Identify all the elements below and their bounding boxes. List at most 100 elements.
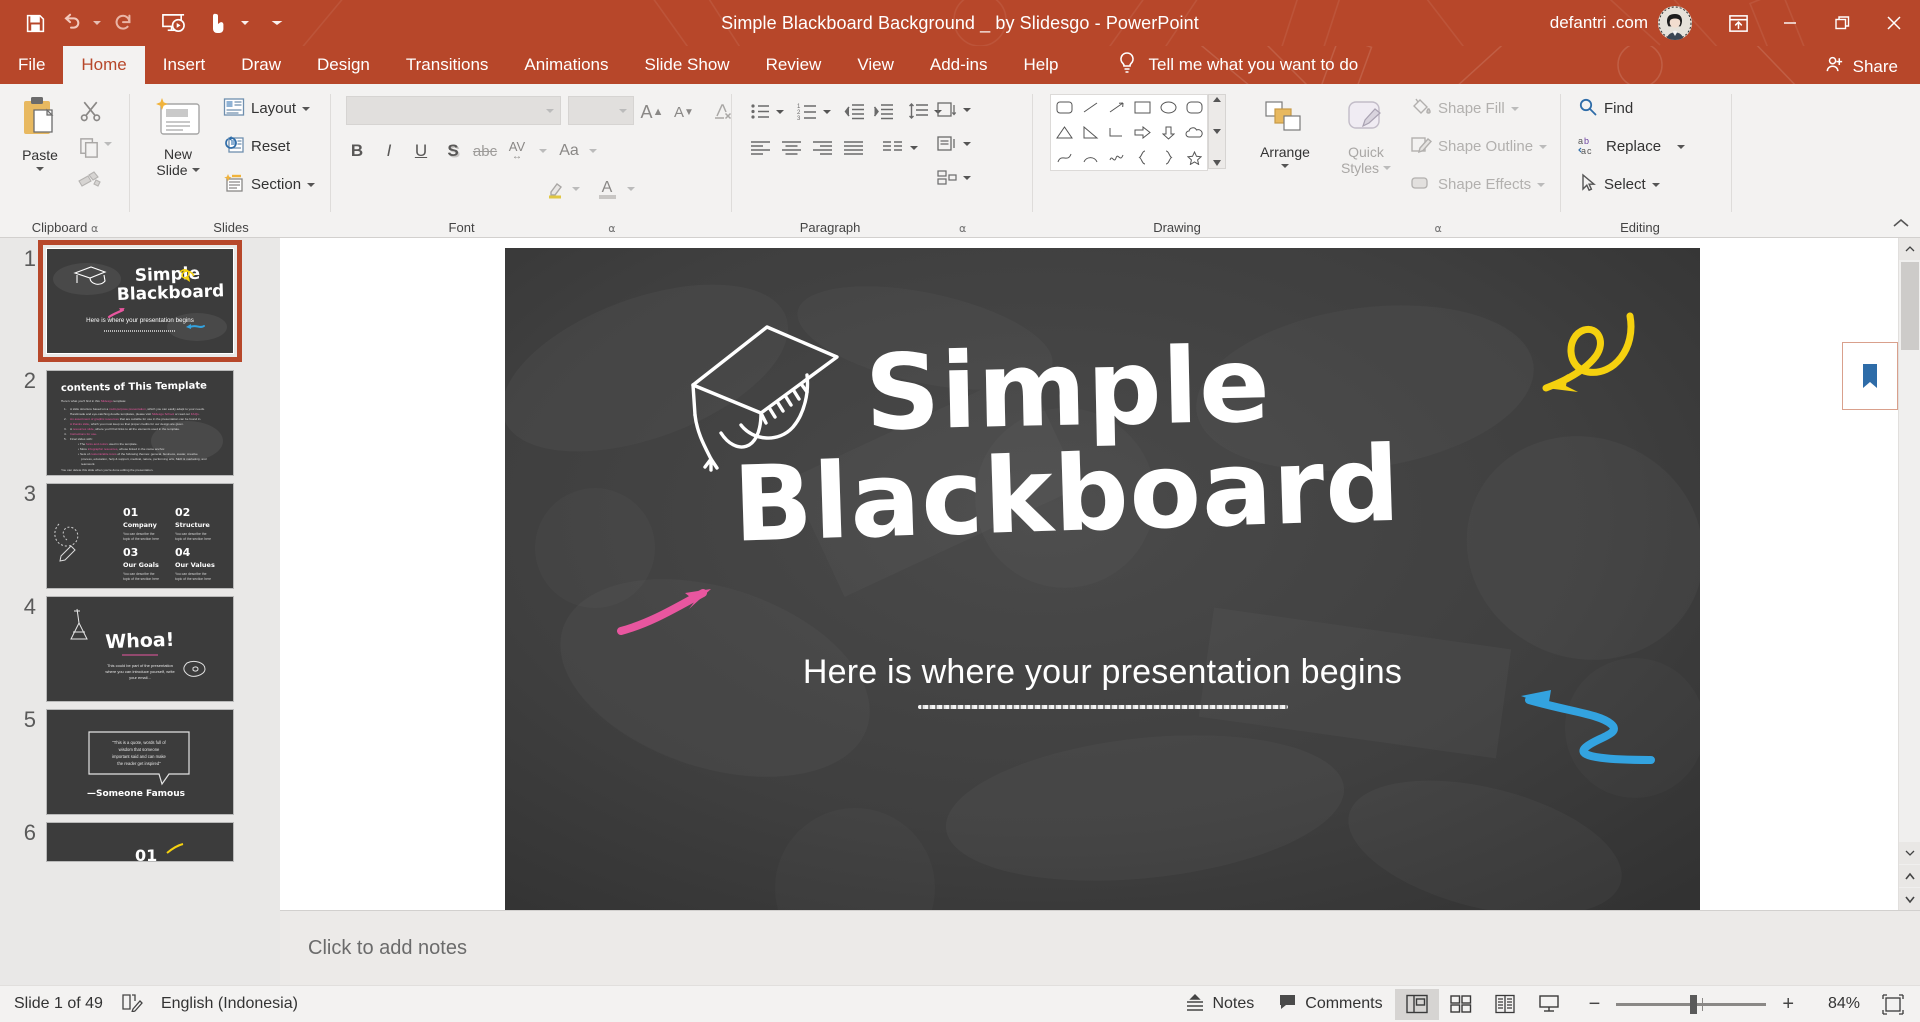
account-name[interactable]: defantri .com xyxy=(1550,13,1648,33)
align-right-icon[interactable] xyxy=(809,134,836,161)
align-left-icon[interactable] xyxy=(747,134,774,161)
zoom-in-button[interactable]: + xyxy=(1778,993,1798,1016)
replace-dropdown-icon[interactable] xyxy=(1677,144,1686,149)
columns-icon[interactable] xyxy=(879,134,906,161)
previous-slide-button[interactable] xyxy=(1899,865,1920,887)
reading-view-button[interactable] xyxy=(1483,989,1527,1020)
decrease-indent-icon[interactable] xyxy=(841,98,868,125)
line-spacing-icon[interactable] xyxy=(905,98,932,125)
thumbnail-item-6[interactable]: 6 01 xyxy=(0,822,280,862)
cut-button[interactable] xyxy=(78,98,103,128)
slide-sorter-view-button[interactable] xyxy=(1439,989,1483,1020)
touch-mode-icon[interactable] xyxy=(202,6,236,40)
slide-area-scrollbar[interactable] xyxy=(1898,238,1920,910)
strikethrough-button[interactable]: abc xyxy=(470,136,500,166)
text-highlight-color-icon[interactable] xyxy=(540,174,570,204)
font-dialog-launcher[interactable]: ⍺ xyxy=(608,223,615,235)
clipboard-dialog-launcher[interactable]: ⍺ xyxy=(91,223,98,235)
smartart-dropdown-icon[interactable] xyxy=(963,175,971,180)
drawing-dialog-launcher[interactable]: ⍺ xyxy=(1435,223,1442,235)
arrange-dropdown-icon[interactable] xyxy=(1281,164,1289,169)
tab-view[interactable]: View xyxy=(839,46,912,84)
zoom-slider-handle[interactable] xyxy=(1690,994,1698,1014)
save-icon[interactable] xyxy=(18,6,52,40)
shapes-gallery-scroll[interactable] xyxy=(1208,94,1226,169)
thumbnail-slide-2[interactable]: contents of This Template Here's what yo… xyxy=(46,370,234,476)
section-button[interactable]: Section xyxy=(223,170,316,199)
copy-button[interactable] xyxy=(78,136,101,164)
layout-dropdown-icon[interactable] xyxy=(302,106,311,111)
select-button[interactable]: Select xyxy=(1578,170,1660,199)
convert-to-smartart-icon[interactable] xyxy=(933,164,960,191)
shape-rect-rounded[interactable] xyxy=(1051,95,1077,120)
slide-indicator[interactable]: Slide 1 of 49 xyxy=(14,995,103,1013)
language-indicator[interactable]: English (Indonesia) xyxy=(161,995,298,1013)
tab-file[interactable]: File xyxy=(0,46,63,84)
columns-dropdown-icon[interactable] xyxy=(910,145,918,150)
close-button[interactable] xyxy=(1868,0,1920,46)
justify-icon[interactable] xyxy=(840,134,867,161)
bold-button[interactable]: B xyxy=(342,136,372,166)
minimize-button[interactable] xyxy=(1764,0,1816,46)
tab-draw[interactable]: Draw xyxy=(223,46,299,84)
zoom-slider[interactable] xyxy=(1616,994,1767,1014)
copy-dropdown-icon[interactable] xyxy=(104,142,112,146)
tab-transitions[interactable]: Transitions xyxy=(388,46,507,84)
font-color-dropdown-icon[interactable] xyxy=(627,187,635,191)
shape-cloud[interactable] xyxy=(1181,120,1207,145)
shape-outline-dropdown-icon[interactable] xyxy=(1539,144,1548,149)
align-center-icon[interactable] xyxy=(778,134,805,161)
paste-dropdown-icon[interactable] xyxy=(36,167,44,172)
thumbnail-slide-6[interactable]: 01 xyxy=(46,822,234,862)
text-highlight-dropdown-icon[interactable] xyxy=(572,187,580,191)
slide-scroll-up-button[interactable] xyxy=(1899,238,1920,260)
align-text-dropdown-icon[interactable] xyxy=(963,141,971,146)
replace-button[interactable]: a b a c Replace xyxy=(1578,132,1686,161)
character-spacing-dropdown-icon[interactable] xyxy=(539,149,547,153)
tab-insert[interactable]: Insert xyxy=(145,46,224,84)
new-slide-button[interactable]: New Slide xyxy=(141,96,215,178)
text-direction-icon[interactable] xyxy=(933,96,960,123)
start-from-beginning-icon[interactable] xyxy=(156,6,190,40)
shape-fill-dropdown-icon[interactable] xyxy=(1510,106,1519,111)
thumbnail-item-2[interactable]: 2 contents of This Template Here's what … xyxy=(0,370,280,476)
zoom-control[interactable]: − + 84% xyxy=(1571,993,1874,1016)
change-case-dropdown-icon[interactable] xyxy=(589,149,597,153)
shapes-gallery-more-icon[interactable] xyxy=(1213,160,1221,166)
bookmark-icon[interactable] xyxy=(1858,361,1882,391)
section-dropdown-icon[interactable] xyxy=(307,182,316,187)
thumbnail-item-3[interactable]: 3 01 02 03 04 Company Structure Our Goals Ou… xyxy=(0,483,280,589)
shape-scribble[interactable] xyxy=(1103,145,1129,170)
normal-view-button[interactable] xyxy=(1394,988,1439,1020)
numbering-dropdown-icon[interactable] xyxy=(823,109,831,114)
zoom-out-button[interactable]: − xyxy=(1585,993,1605,1016)
thumbnail-slide-4[interactable]: Whoa! This could be part of the presenta… xyxy=(46,596,234,702)
text-direction-dropdown-icon[interactable] xyxy=(963,107,971,112)
arrange-button[interactable]: Arrange xyxy=(1249,98,1321,169)
change-case-button[interactable]: Aa xyxy=(554,136,584,166)
ribbon-display-options-icon[interactable] xyxy=(1712,0,1764,46)
collapse-ribbon-button[interactable] xyxy=(1890,216,1912,233)
next-slide-button[interactable] xyxy=(1899,888,1920,910)
undo-dropdown-icon[interactable] xyxy=(90,6,104,40)
shape-right-arrow[interactable] xyxy=(1129,120,1155,145)
paragraph-dialog-launcher[interactable]: ⍺ xyxy=(959,223,966,235)
tab-help[interactable]: Help xyxy=(1006,46,1077,84)
shapes-scroll-down-icon[interactable] xyxy=(1213,128,1221,134)
thumbnail-slide-1[interactable]: Simple Blackboard Here is where your pre… xyxy=(38,240,242,362)
tell-me-search[interactable]: Tell me what you want to do xyxy=(1116,46,1358,84)
avatar[interactable] xyxy=(1658,6,1692,40)
font-color-icon[interactable]: A xyxy=(592,174,622,204)
touch-mode-dropdown-icon[interactable] xyxy=(238,6,252,40)
shapes-gallery[interactable] xyxy=(1050,94,1226,171)
text-shadow-button[interactable]: S xyxy=(438,136,468,166)
shape-star[interactable] xyxy=(1181,145,1207,170)
increase-font-size-icon[interactable]: A ▲ xyxy=(637,97,667,127)
thumbnail-slide-5[interactable]: "This is a quote, words full of wisdom t… xyxy=(46,709,234,815)
customize-qat-icon[interactable] xyxy=(268,6,287,40)
select-dropdown-icon[interactable] xyxy=(1651,182,1660,187)
shape-down-arrow[interactable] xyxy=(1155,120,1181,145)
spellcheck-icon[interactable] xyxy=(121,992,143,1017)
paste-button[interactable]: Paste xyxy=(8,94,72,172)
comments-button[interactable]: Comments xyxy=(1266,989,1394,1019)
